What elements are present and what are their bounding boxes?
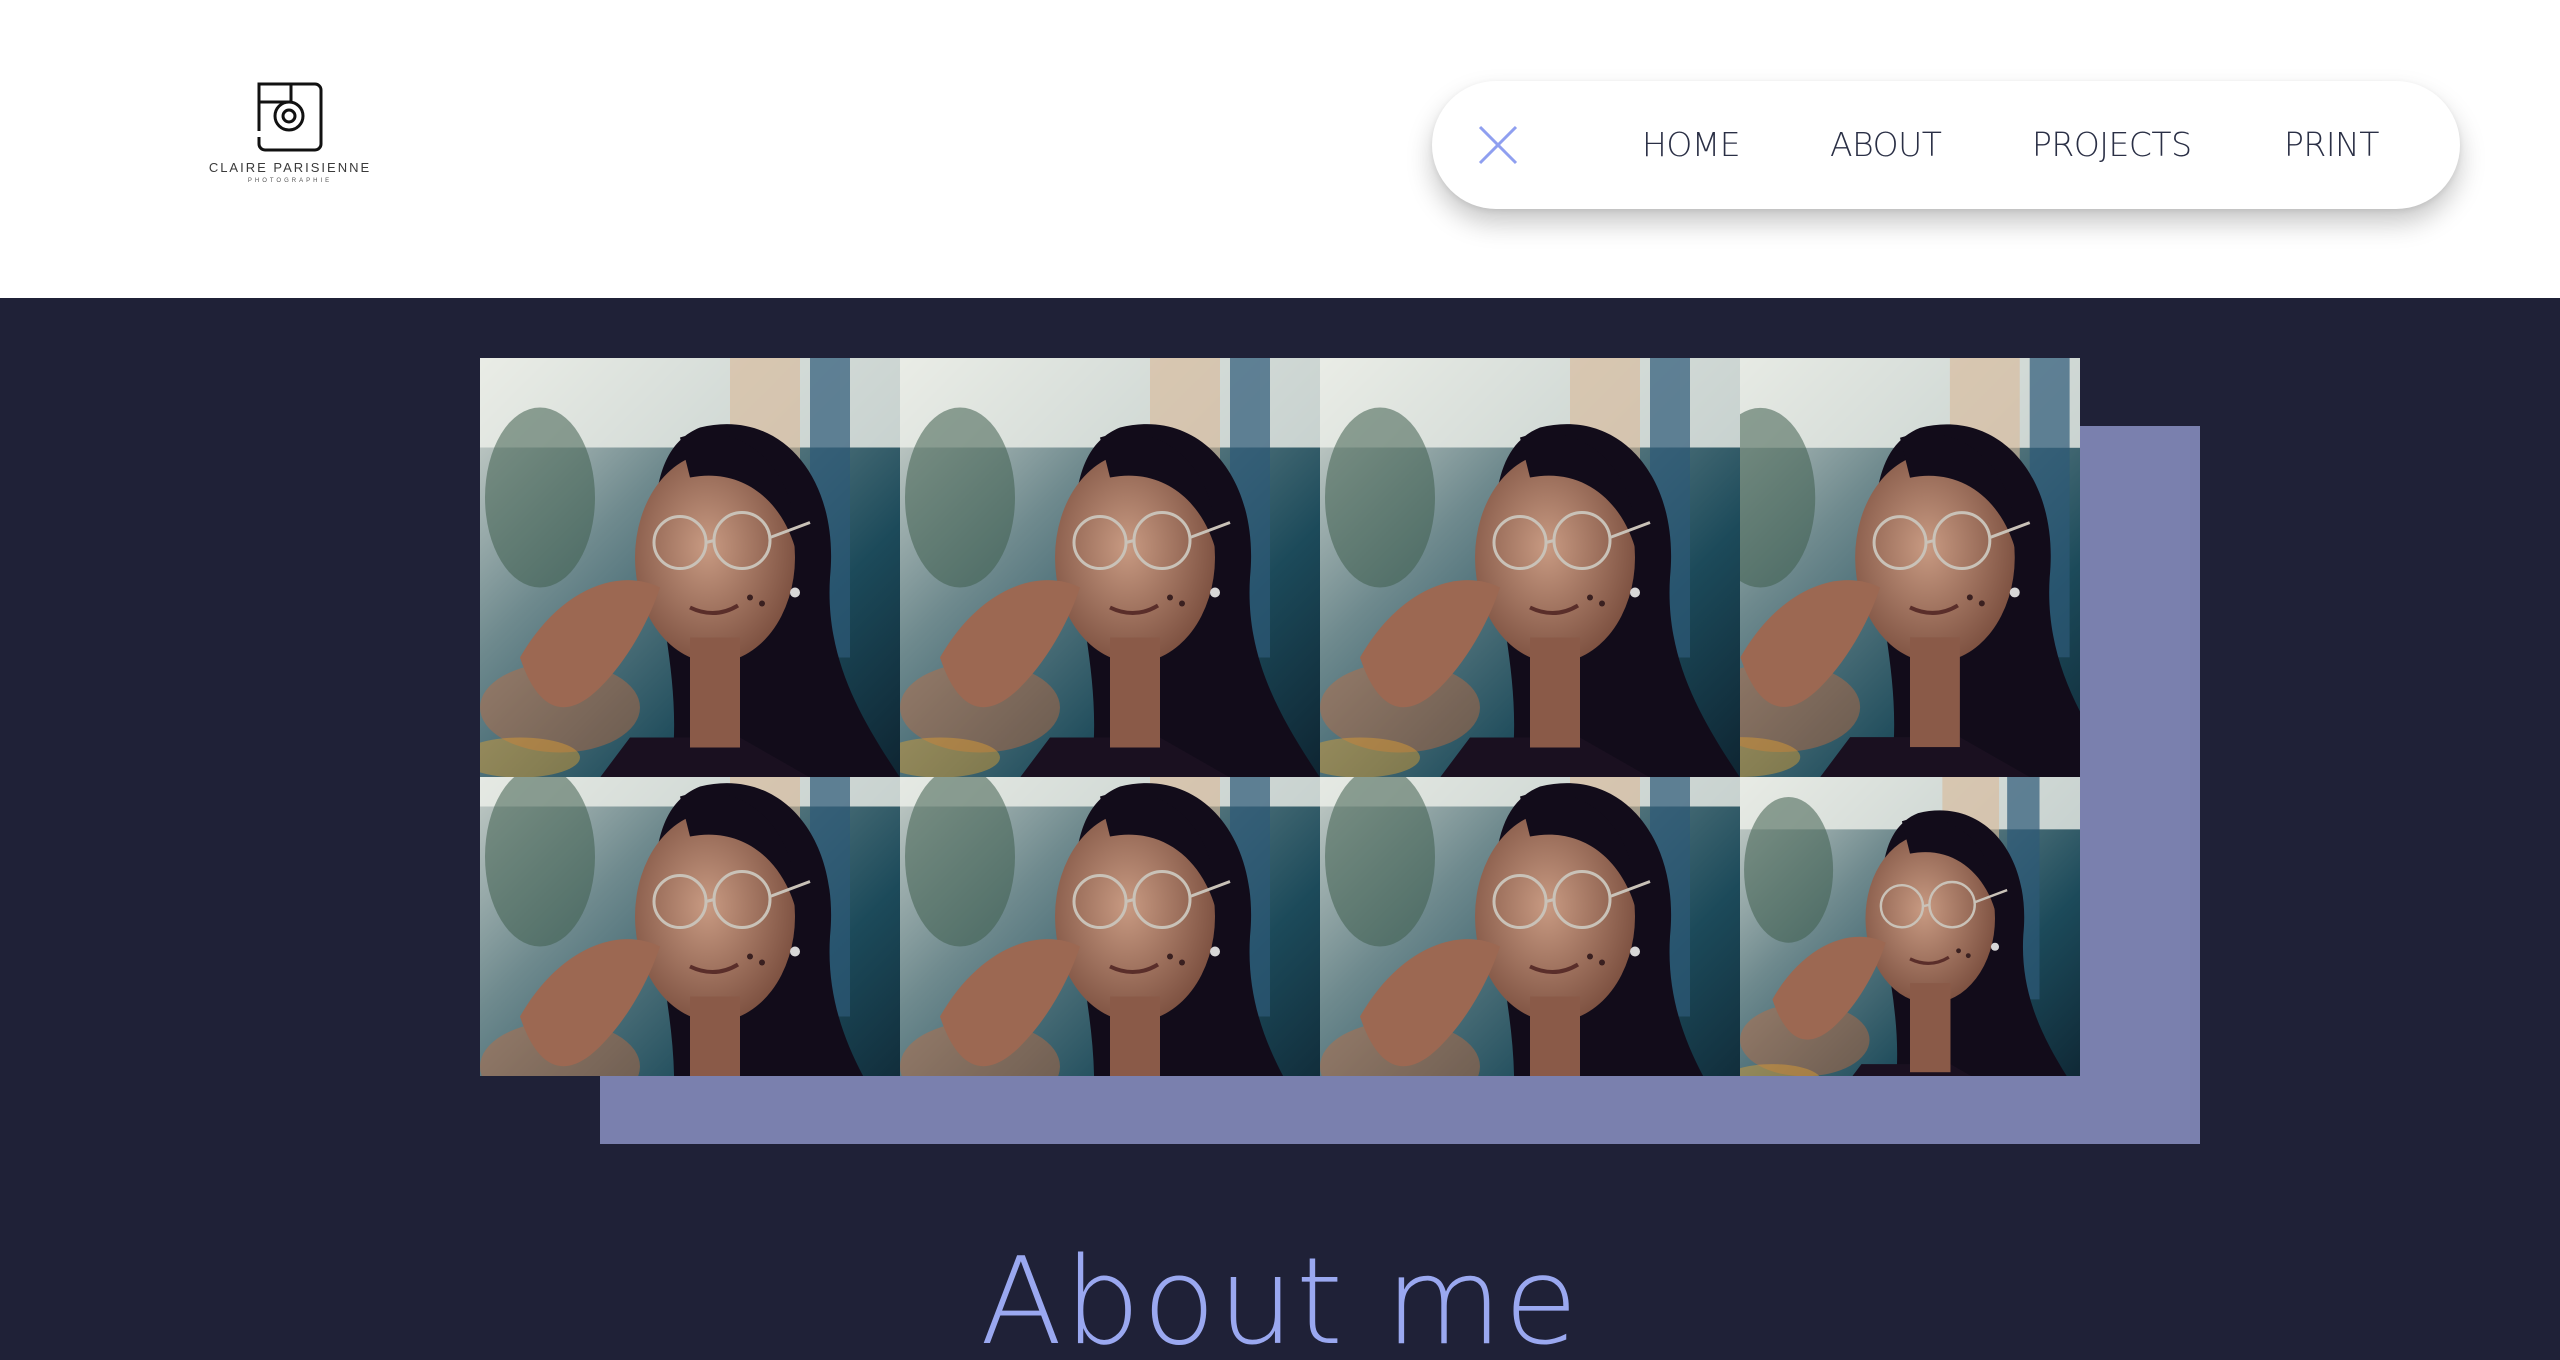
portrait-image [1320, 777, 1740, 1076]
gallery-photo[interactable] [1740, 777, 2080, 1076]
brand-name: CLAIRE PARISIENNE [208, 160, 372, 175]
nav-print[interactable]: PRINT [2284, 125, 2379, 164]
portrait-image [1740, 777, 2080, 1076]
site-header: CLAIRE PARISIENNE PHOTOGRAPHIE HOME ABOU… [0, 0, 2560, 298]
gallery-photo[interactable] [480, 777, 900, 1076]
nav-home[interactable]: HOME [1642, 125, 1741, 164]
camera-icon [253, 82, 323, 152]
nav-about[interactable]: ABOUT [1830, 125, 1942, 164]
portrait-image [1740, 358, 2080, 777]
portrait-image [1320, 358, 1740, 777]
portrait-image [900, 777, 1320, 1076]
portrait-image [480, 777, 900, 1076]
gallery-photo[interactable] [900, 358, 1320, 777]
about-title: About me [980, 1233, 1580, 1360]
photo-grid [480, 358, 2080, 1076]
portrait-image [480, 358, 900, 777]
gallery-photo[interactable] [1320, 777, 1740, 1076]
brand-logo[interactable]: CLAIRE PARISIENNE PHOTOGRAPHIE [205, 82, 375, 198]
gallery-photo[interactable] [900, 777, 1320, 1076]
hero-section: About me [0, 298, 2560, 1360]
brand-tagline: PHOTOGRAPHIE [247, 178, 333, 184]
main-nav: HOME ABOUT PROJECTS PRINT [1432, 81, 2460, 209]
close-icon[interactable] [1474, 121, 1522, 169]
nav-projects[interactable]: PROJECTS [2032, 125, 2192, 164]
gallery-photo[interactable] [1740, 358, 2080, 777]
portrait-image [900, 358, 1320, 777]
gallery-photo[interactable] [480, 358, 900, 777]
gallery-photo[interactable] [1320, 358, 1740, 777]
